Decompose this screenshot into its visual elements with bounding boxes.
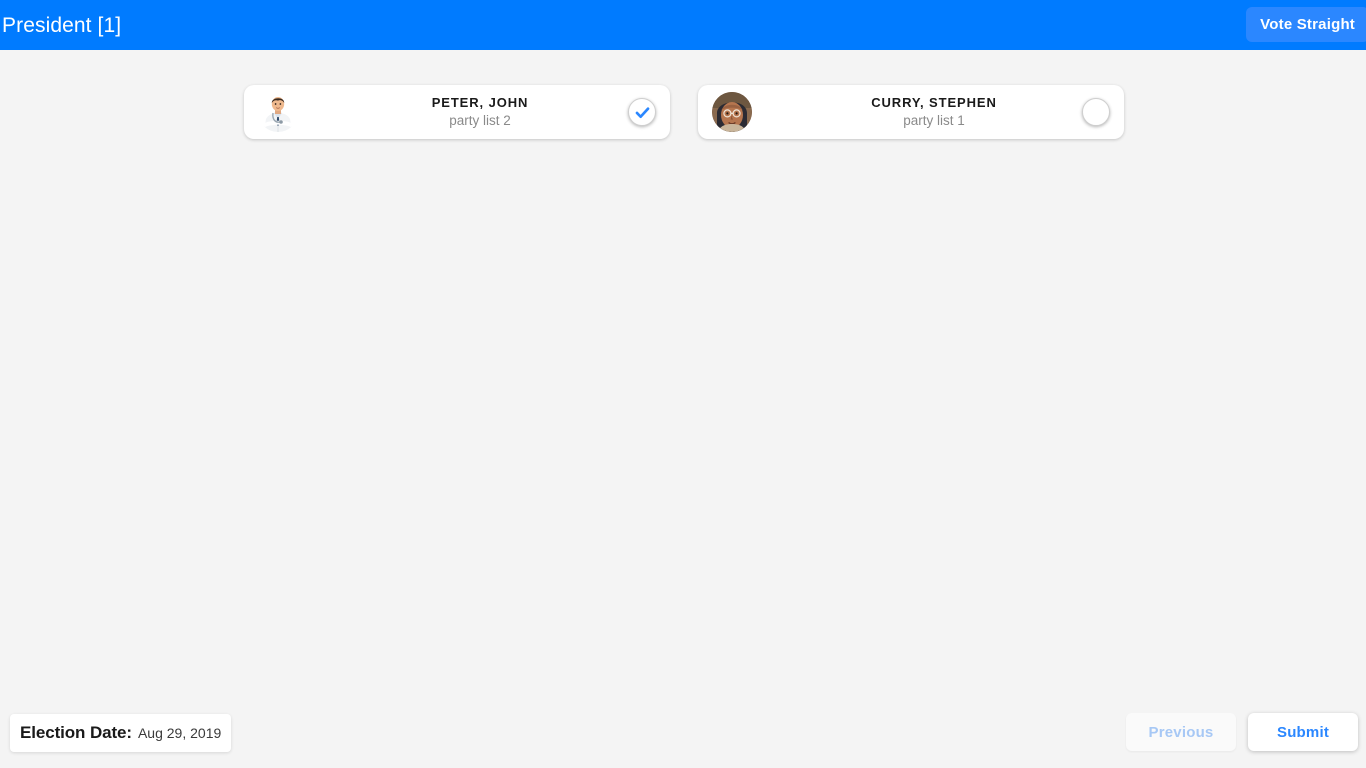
- navigation-buttons: Previous Submit: [1126, 713, 1358, 751]
- candidate-party: party list 2: [449, 112, 511, 128]
- candidate-select-checkbox[interactable]: [1082, 98, 1110, 126]
- candidate-party: party list 1: [903, 112, 965, 128]
- candidate-select-checkbox[interactable]: [628, 98, 656, 126]
- candidate-name: PETER, JOHN: [431, 94, 529, 110]
- candidate-name: CURRY, STEPHEN: [871, 94, 997, 110]
- vote-straight-button[interactable]: Vote Straight: [1246, 7, 1366, 42]
- candidate-card[interactable]: CURRY, STEPHEN party list 1: [698, 85, 1124, 139]
- doctor-avatar-icon: [258, 92, 298, 132]
- candidate-card[interactable]: PETER, JOHN party list 2: [244, 85, 670, 139]
- election-date-value: Aug 29, 2019: [137, 725, 222, 741]
- check-icon: [635, 106, 649, 118]
- candidate-info: PETER, JOHN party list 2: [298, 95, 670, 130]
- election-date-label: Election Date:: [20, 723, 132, 742]
- previous-button[interactable]: Previous: [1126, 713, 1236, 751]
- app-header: President [1] Vote Straight: [0, 0, 1366, 50]
- page-title: President [1]: [2, 13, 122, 37]
- submit-button[interactable]: Submit: [1248, 713, 1358, 751]
- candidate-list: PETER, JOHN party list 2 CURRY, STEPHEN …: [244, 85, 1124, 139]
- person-photo-avatar-icon: [712, 92, 752, 132]
- election-date-box: Election Date: Aug 29, 2019: [10, 714, 232, 752]
- candidate-info: CURRY, STEPHEN party list 1: [752, 95, 1124, 130]
